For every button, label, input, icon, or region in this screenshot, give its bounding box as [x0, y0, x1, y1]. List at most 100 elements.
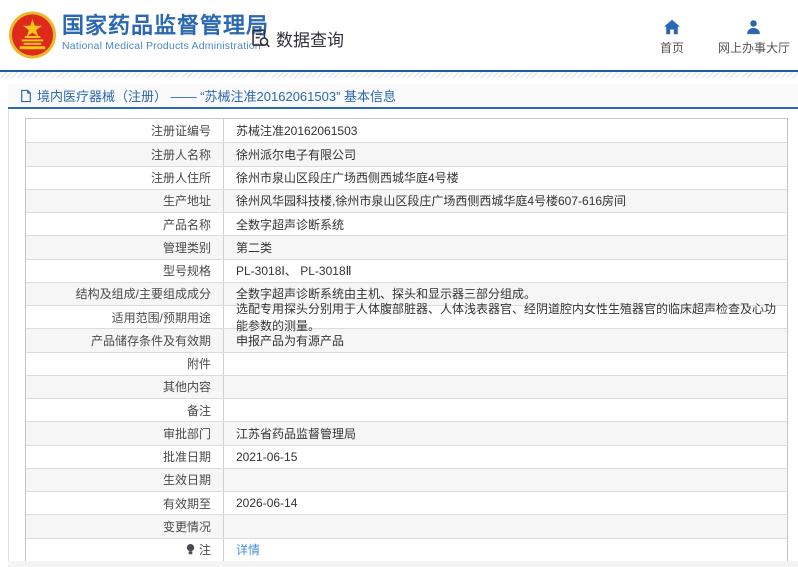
row-value-text: 徐州市泉山区段庄广场西侧西城华庭4号楼 — [236, 171, 459, 186]
row-value: 2026-06-14 — [224, 492, 787, 514]
row-label: 适用范围/预期用途 — [26, 306, 224, 329]
row-value-text: 徐州派尔电子有限公司 — [236, 147, 357, 162]
national-emblem-logo — [8, 11, 57, 59]
table-row: 适用范围/预期用途 选配专用探头分别用于人体腹部脏器、人体浅表器官、经阴道腔内女性… — [26, 302, 787, 333]
row-label-text: 生效日期 — [162, 473, 211, 488]
table-row: 生效日期 — [26, 467, 787, 491]
row-label-text: 注册证编号 — [150, 124, 211, 139]
row-label-text: 注册人名称 — [150, 147, 211, 162]
nav-item-label: 网上办事大厅 — [717, 41, 790, 55]
row-value: 徐州市泉山区段庄广场西侧西城华庭4号楼 — [224, 167, 787, 189]
row-value-text: 申报产品为有源产品 — [236, 333, 345, 348]
row-label-text: 适用范围/预期用途 — [111, 310, 211, 325]
row-value: 申报产品为有源产品 — [224, 329, 787, 351]
nav-item-service-hall[interactable]: 网上办事大厅 — [718, 19, 790, 56]
row-label-text: 注册人住所 — [150, 171, 211, 186]
row-value — [224, 469, 787, 491]
row-label-text: 结构及组成/主要组成成分 — [75, 287, 211, 302]
row-label: 附件 — [26, 352, 224, 375]
top-nav: 首页 网上办事大厅 — [652, 19, 790, 56]
document-icon — [21, 89, 31, 102]
row-value-text: 2021-06-15 — [236, 449, 298, 464]
row-value — [224, 399, 787, 421]
row-label: 管理类别 — [26, 236, 224, 259]
info-table: 注册证编号 苏械注准20162061503 注册人名称 徐州派尔电子有限公司注册人住所… — [25, 118, 788, 562]
row-value — [224, 353, 787, 375]
row-label: 变更情况 — [26, 515, 224, 538]
header: 国家药品监督管理局 National Medical Products Admi… — [0, 0, 798, 70]
row-label-text: 产品储存条件及有效期 — [90, 333, 211, 348]
row-value: 选配专用探头分别用于人体腹部脏器、人体浅表器官、经阴道腔内女性生殖器官的临床超声… — [224, 302, 787, 333]
row-label: 注册证编号 — [26, 119, 224, 143]
row-value: 详情 — [224, 539, 787, 561]
data-query-button[interactable]: 数据查询 — [250, 26, 344, 51]
row-label-text: 批准日期 — [162, 450, 211, 465]
row-label: 注册人住所 — [26, 166, 224, 189]
row-label-text: 其他内容 — [162, 380, 211, 395]
detail-link[interactable]: 详情 — [236, 541, 260, 558]
row-value: 苏械注准20162061503 — [224, 119, 787, 142]
table-row: 生产地址 徐州风华园科技楼,徐州市泉山区段庄广场西侧西城华庭4号楼607-616房… — [26, 188, 787, 212]
row-label-text: 产品名称 — [162, 217, 211, 232]
table-row: 注 详情 — [26, 537, 787, 561]
table-row: 审批部门 江苏省药品监督管理局 — [26, 421, 787, 445]
row-label-text: 审批部门 — [162, 426, 211, 441]
breadcrumb: 境内医疗器械（注册） —— “苏械注准20162061503” 基本信息 — [8, 84, 798, 109]
table-row: 批准日期 2021-06-15 — [26, 444, 787, 468]
table-row: 其他内容 — [26, 374, 787, 398]
row-label: 有效期至 — [26, 492, 224, 515]
row-label: 结构及组成/主要组成成分 — [26, 282, 224, 305]
row-value: 徐州派尔电子有限公司 — [224, 143, 787, 165]
row-value-text: 江苏省药品监督管理局 — [236, 426, 357, 441]
row-label: 型号规格 — [26, 259, 224, 282]
row-label: 注册人名称 — [26, 143, 224, 166]
page: 国家药品监督管理局 National Medical Products Admi… — [0, 0, 798, 567]
row-label: 其他内容 — [26, 375, 224, 398]
row-label-text: 变更情况 — [162, 519, 211, 534]
row-label-text: 管理类别 — [162, 240, 211, 255]
row-value — [224, 376, 787, 398]
row-label-text: 注 — [198, 543, 211, 558]
row-label: 生产地址 — [26, 189, 224, 212]
user-icon — [747, 20, 761, 35]
row-label: 注 — [26, 538, 224, 561]
data-query-label: 数据查询 — [276, 31, 344, 50]
table-row: 产品名称 全数字超声诊断系统 — [26, 212, 787, 236]
page-title: 境内医疗器械（注册） —— “苏械注准20162061503” 基本信息 — [37, 89, 397, 104]
row-label: 备注 — [26, 399, 224, 422]
bottom-strip — [8, 561, 798, 567]
striped-band — [0, 72, 798, 78]
home-icon — [663, 19, 680, 35]
row-label-text: 型号规格 — [162, 264, 211, 279]
nav-item-label: 首页 — [659, 41, 684, 55]
row-label: 产品储存条件及有效期 — [26, 329, 224, 352]
table-row: 型号规格 PL-3018Ⅰ、 PL-3018Ⅱ — [26, 258, 787, 282]
org-name-cn: 国家药品监督管理局 — [62, 13, 270, 38]
row-value-text: 第二类 — [236, 240, 273, 255]
row-label: 生效日期 — [26, 468, 224, 491]
table-row: 附件 — [26, 351, 787, 375]
row-value: 全数字超声诊断系统 — [224, 213, 787, 235]
table-row: 有效期至 2026-06-14 — [26, 491, 787, 515]
row-value-text: 徐州风华园科技楼,徐州市泉山区段庄广场西侧西城华庭4号楼607-616房间 — [236, 194, 627, 209]
row-label-text: 有效期至 — [162, 496, 211, 511]
row-value-text: PL-3018Ⅰ、 PL-3018Ⅱ — [236, 264, 352, 279]
content-left-border — [8, 84, 9, 567]
row-value: PL-3018Ⅰ、 PL-3018Ⅱ — [224, 260, 787, 282]
row-label: 批准日期 — [26, 445, 224, 468]
row-label: 审批部门 — [26, 422, 224, 445]
nav-item-home[interactable]: 首页 — [652, 19, 692, 56]
search-document-icon — [252, 29, 270, 48]
row-value-text: 全数字超声诊断系统 — [236, 217, 345, 232]
org-title-block: 国家药品监督管理局 National Medical Products Admi… — [62, 13, 269, 52]
row-value: 徐州风华园科技楼,徐州市泉山区段庄广场西侧西城华庭4号楼607-616房间 — [224, 190, 787, 212]
bulb-icon — [186, 544, 195, 555]
row-label: 产品名称 — [26, 213, 224, 236]
table-row: 备注 — [26, 398, 787, 422]
table-row: 注册人名称 徐州派尔电子有限公司 — [26, 142, 787, 166]
row-label-text: 生产地址 — [162, 194, 211, 209]
row-label-text: 附件 — [186, 357, 211, 372]
row-value: 第二类 — [224, 236, 787, 258]
row-value: 江苏省药品监督管理局 — [224, 422, 787, 444]
org-name-en: National Medical Products Administration — [62, 40, 261, 53]
